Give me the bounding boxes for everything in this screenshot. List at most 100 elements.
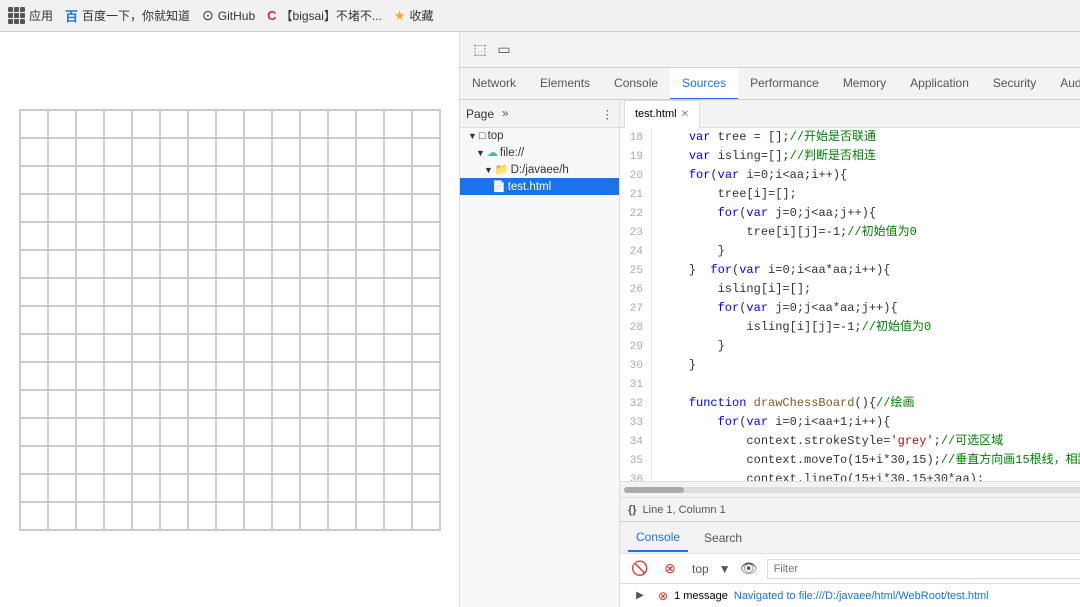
tab-security[interactable]: Security — [981, 68, 1048, 100]
apps-button[interactable]: 应用 — [8, 7, 53, 24]
chess-cell — [412, 166, 440, 194]
chess-cell — [412, 390, 440, 418]
tab-application[interactable]: Application — [898, 68, 981, 100]
code-line-25: 25 } for(var i=0;i<aa*aa;i++){ — [620, 261, 1080, 280]
chess-cell — [132, 110, 160, 138]
chess-cell — [244, 418, 272, 446]
tab-memory[interactable]: Memory — [831, 68, 898, 100]
chess-cell — [328, 334, 356, 362]
file-tree-item-file[interactable]: ▼ ☁ file:// — [460, 144, 619, 161]
chess-cell — [300, 474, 328, 502]
tab-performance[interactable]: Performance — [738, 68, 831, 100]
chess-cell — [328, 166, 356, 194]
chess-cell — [76, 194, 104, 222]
chess-cell — [272, 166, 300, 194]
tab-aud[interactable]: Aud — [1048, 68, 1080, 100]
chess-cell — [384, 222, 412, 250]
expand-icon[interactable]: ▶ — [628, 584, 652, 607]
chess-cell — [272, 362, 300, 390]
chess-cell — [244, 502, 272, 530]
file-tree-page-label: Page — [466, 107, 494, 121]
filter-input[interactable] — [767, 559, 1080, 579]
chess-cell — [328, 278, 356, 306]
code-scrollbar[interactable] — [620, 481, 1080, 497]
github-label: GitHub — [218, 9, 255, 23]
chess-cell — [272, 446, 300, 474]
console-tab-search[interactable]: Search — [696, 524, 750, 552]
baidu-button[interactable]: 百 百度一下，你就知道 — [65, 6, 190, 25]
chess-cell — [48, 446, 76, 474]
chess-cell — [300, 138, 328, 166]
chess-cell — [104, 166, 132, 194]
file-tree-menu-icon[interactable]: ⋮ — [602, 107, 614, 121]
tab-elements[interactable]: Elements — [528, 68, 602, 100]
eye-icon[interactable]: 👁 — [737, 557, 761, 581]
console-tab-console[interactable]: Console — [628, 524, 688, 552]
tab-sources[interactable]: Sources — [670, 68, 738, 100]
chess-cell — [132, 446, 160, 474]
chess-cell — [20, 502, 48, 530]
code-tab-file[interactable]: test.html ✕ — [624, 100, 700, 128]
chess-cell — [384, 138, 412, 166]
chess-cell — [104, 194, 132, 222]
file-tree-more-icon[interactable]: » — [502, 108, 508, 120]
console-error-icon[interactable]: ⊗ — [658, 557, 682, 581]
chess-cell — [328, 362, 356, 390]
scrollbar-thumb[interactable] — [624, 487, 684, 493]
bigsai-button[interactable]: C 【bigsai】不堵不... — [267, 7, 382, 24]
file-tree-item-dir[interactable]: ▼ 📁 D:/javaee/h — [460, 161, 619, 178]
chess-cell — [104, 474, 132, 502]
chess-cell — [188, 334, 216, 362]
chess-cell — [412, 138, 440, 166]
github-button[interactable]: ⊙ GitHub — [202, 7, 255, 24]
chess-cell — [188, 306, 216, 334]
code-line-33: 33 for(var i=0;i<aa+1;i++){ — [620, 413, 1080, 432]
file-tree-item-html[interactable]: 📄 test.html — [460, 178, 619, 195]
chess-cell — [20, 474, 48, 502]
chess-cell — [328, 138, 356, 166]
chess-cell — [20, 278, 48, 306]
chess-cell — [76, 250, 104, 278]
chess-cell — [48, 334, 76, 362]
nav-link[interactable]: Navigated to file:///D:/javaee/html/WebR… — [734, 590, 989, 602]
device-icon[interactable]: ▭ — [492, 38, 516, 62]
chess-cell — [76, 278, 104, 306]
chess-cell — [384, 250, 412, 278]
code-content[interactable]: 18 var tree = [];//开始是否联通 19 var isling=… — [620, 128, 1080, 481]
chess-cell — [356, 474, 384, 502]
code-tab-label: test.html — [635, 108, 677, 120]
chess-cell — [300, 166, 328, 194]
code-tab-close-icon[interactable]: ✕ — [681, 109, 689, 120]
chess-cell — [104, 110, 132, 138]
chess-cell — [244, 390, 272, 418]
chess-cell — [244, 446, 272, 474]
tab-console[interactable]: Console — [602, 68, 670, 100]
chess-cell — [20, 390, 48, 418]
chess-cell — [132, 222, 160, 250]
chess-cell — [160, 390, 188, 418]
bigsai-label: 【bigsai】不堵不... — [281, 7, 382, 24]
tab-network[interactable]: Network — [460, 68, 528, 100]
inspect-icon[interactable]: ⬚ — [468, 38, 492, 62]
chess-cell — [188, 418, 216, 446]
scrollbar-track[interactable] — [624, 487, 1080, 493]
bookmark-icon: ★ — [394, 8, 406, 24]
file-tree-label-dir: D:/javaee/h — [511, 164, 569, 176]
code-tab-bar: test.html ✕ — [620, 100, 1080, 128]
chess-cell — [76, 306, 104, 334]
bookmark-button[interactable]: ★ 收藏 — [394, 7, 434, 24]
console-clear-icon[interactable]: 🚫 — [628, 557, 652, 581]
chess-cell — [384, 502, 412, 530]
chess-cell — [384, 418, 412, 446]
chess-cell — [48, 222, 76, 250]
chess-cell — [412, 334, 440, 362]
chess-cell — [76, 138, 104, 166]
chess-cell — [328, 474, 356, 502]
chess-cell — [244, 278, 272, 306]
code-line-20: 20 for(var i=0;i<aa;i++){ — [620, 166, 1080, 185]
file-tree-label-file: file:// — [500, 147, 524, 159]
file-tree-item-top[interactable]: ▼ □ top — [460, 128, 619, 144]
context-arrow-icon[interactable]: ▼ — [719, 562, 731, 576]
main-container: // Generate chess board cells const boar… — [0, 32, 1080, 607]
chess-cell — [160, 278, 188, 306]
